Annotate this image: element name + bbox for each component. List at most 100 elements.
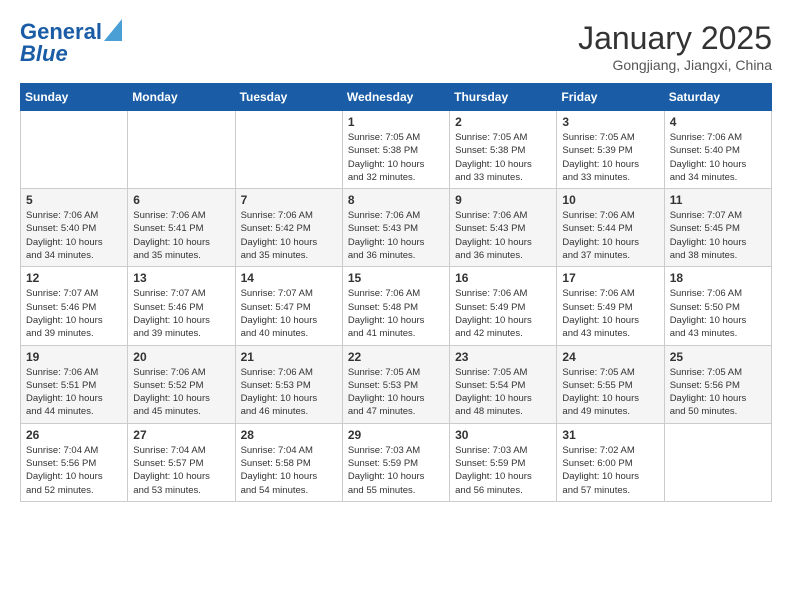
table-row: 13Sunrise: 7:07 AM Sunset: 5:46 PM Dayli…	[128, 267, 235, 345]
day-number: 10	[562, 193, 658, 207]
day-info: Sunrise: 7:02 AM Sunset: 6:00 PM Dayligh…	[562, 444, 658, 497]
table-row: 25Sunrise: 7:05 AM Sunset: 5:56 PM Dayli…	[664, 345, 771, 423]
day-number: 18	[670, 271, 766, 285]
table-row: 9Sunrise: 7:06 AM Sunset: 5:43 PM Daylig…	[450, 189, 557, 267]
day-info: Sunrise: 7:06 AM Sunset: 5:49 PM Dayligh…	[455, 287, 551, 340]
table-row: 19 Sunrise: 7:06 AM Sunset: 5:51 PM Dayli…	[21, 345, 128, 423]
day-number: 8	[348, 193, 444, 207]
day-info: Sunrise: 7:06 AM Sunset: 5:53 PM Dayligh…	[241, 366, 337, 419]
table-row: 30 Sunrise: 7:03 AM Sunset: 5:59 PM Dayli…	[450, 423, 557, 501]
day-number: 13	[133, 271, 229, 285]
calendar-header-row: Sunday Monday Tuesday Wednesday Thursday…	[21, 84, 772, 111]
header-wednesday: Wednesday	[342, 84, 449, 111]
day-number: 27	[133, 428, 229, 442]
header-saturday: Saturday	[664, 84, 771, 111]
day-info: Sunrise: 7:06 AM Sunset: 5:48 PM Dayligh…	[348, 287, 444, 340]
table-row: 27 Sunrise: 7:04 AM Sunset: 5:57 PM Dayli…	[128, 423, 235, 501]
day-info: Sunrise: 7:05 AM Sunset: 5:54 PM Dayligh…	[455, 366, 551, 419]
day-info: Sunrise: 7:05 AM Sunset: 5:38 PM Dayligh…	[455, 131, 551, 184]
table-row: 10 Sunrise: 7:06 AM Sunset: 5:44 PM Dayli…	[557, 189, 664, 267]
day-info: Sunrise: 7:06 AM Sunset: 5:52 PM Dayligh…	[133, 366, 229, 419]
table-row	[664, 423, 771, 501]
table-row: 28 Sunrise: 7:04 AM Sunset: 5:58 PM Dayli…	[235, 423, 342, 501]
day-number: 16	[455, 271, 551, 285]
day-info: Sunrise: 7:05 AM Sunset: 5:38 PM Dayligh…	[348, 131, 444, 184]
day-number: 3	[562, 115, 658, 129]
table-row: 29 Sunrise: 7:03 AM Sunset: 5:59 PM Dayli…	[342, 423, 449, 501]
day-info: Sunrise: 7:06 AM Sunset: 5:41 PM Dayligh…	[133, 209, 229, 262]
table-row: 8 Sunrise: 7:06 AM Sunset: 5:43 PM Daylig…	[342, 189, 449, 267]
day-info: Sunrise: 7:05 AM Sunset: 5:53 PM Dayligh…	[348, 366, 444, 419]
day-number: 5	[26, 193, 122, 207]
header-monday: Monday	[128, 84, 235, 111]
table-row: 23 Sunrise: 7:05 AM Sunset: 5:54 PM Dayli…	[450, 345, 557, 423]
table-row: 1 Sunrise: 7:05 AM Sunset: 5:38 PM Daylig…	[342, 111, 449, 189]
day-number: 23	[455, 350, 551, 364]
day-number: 19	[26, 350, 122, 364]
day-info: Sunrise: 7:06 AM Sunset: 5:51 PM Dayligh…	[26, 366, 122, 419]
day-number: 6	[133, 193, 229, 207]
day-number: 28	[241, 428, 337, 442]
day-number: 15	[348, 271, 444, 285]
day-number: 21	[241, 350, 337, 364]
table-row: 3 Sunrise: 7:05 AM Sunset: 5:39 PM Daylig…	[557, 111, 664, 189]
day-number: 30	[455, 428, 551, 442]
header-sunday: Sunday	[21, 84, 128, 111]
logo-text-line2: Blue	[20, 42, 68, 66]
day-number: 14	[241, 271, 337, 285]
table-row: 20 Sunrise: 7:06 AM Sunset: 5:52 PM Dayli…	[128, 345, 235, 423]
day-number: 12	[26, 271, 122, 285]
day-number: 22	[348, 350, 444, 364]
day-info: Sunrise: 7:06 AM Sunset: 5:40 PM Dayligh…	[26, 209, 122, 262]
calendar-week-5: 26Sunrise: 7:04 AM Sunset: 5:56 PM Dayli…	[21, 423, 772, 501]
table-row: 16 Sunrise: 7:06 AM Sunset: 5:49 PM Dayli…	[450, 267, 557, 345]
day-number: 20	[133, 350, 229, 364]
table-row	[128, 111, 235, 189]
day-info: Sunrise: 7:04 AM Sunset: 5:58 PM Dayligh…	[241, 444, 337, 497]
day-info: Sunrise: 7:06 AM Sunset: 5:40 PM Dayligh…	[670, 131, 766, 184]
day-number: 26	[26, 428, 122, 442]
table-row: 26Sunrise: 7:04 AM Sunset: 5:56 PM Dayli…	[21, 423, 128, 501]
day-info: Sunrise: 7:05 AM Sunset: 5:39 PM Dayligh…	[562, 131, 658, 184]
table-row: 2 Sunrise: 7:05 AM Sunset: 5:38 PM Daylig…	[450, 111, 557, 189]
table-row: 18 Sunrise: 7:06 AM Sunset: 5:50 PM Dayli…	[664, 267, 771, 345]
table-row	[235, 111, 342, 189]
day-number: 11	[670, 193, 766, 207]
table-row: 21 Sunrise: 7:06 AM Sunset: 5:53 PM Dayli…	[235, 345, 342, 423]
table-row: 31Sunrise: 7:02 AM Sunset: 6:00 PM Dayli…	[557, 423, 664, 501]
calendar-week-3: 12 Sunrise: 7:07 AM Sunset: 5:46 PM Dayli…	[21, 267, 772, 345]
day-info: Sunrise: 7:07 AM Sunset: 5:47 PM Dayligh…	[241, 287, 337, 340]
day-info: Sunrise: 7:06 AM Sunset: 5:49 PM Dayligh…	[562, 287, 658, 340]
day-info: Sunrise: 7:07 AM Sunset: 5:46 PM Dayligh…	[26, 287, 122, 340]
day-info: Sunrise: 7:06 AM Sunset: 5:50 PM Dayligh…	[670, 287, 766, 340]
month-title: January 2025	[578, 20, 772, 57]
day-info: Sunrise: 7:03 AM Sunset: 5:59 PM Dayligh…	[348, 444, 444, 497]
day-info: Sunrise: 7:07 AM Sunset: 5:45 PM Dayligh…	[670, 209, 766, 262]
day-number: 25	[670, 350, 766, 364]
table-row: 5 Sunrise: 7:06 AM Sunset: 5:40 PM Daylig…	[21, 189, 128, 267]
day-number: 29	[348, 428, 444, 442]
day-number: 24	[562, 350, 658, 364]
page-header: General Blue January 2025 Gongjiang, Jia…	[20, 20, 772, 73]
day-number: 17	[562, 271, 658, 285]
table-row: 11 Sunrise: 7:07 AM Sunset: 5:45 PM Dayli…	[664, 189, 771, 267]
table-row: 7 Sunrise: 7:06 AM Sunset: 5:42 PM Daylig…	[235, 189, 342, 267]
table-row: 15 Sunrise: 7:06 AM Sunset: 5:48 PM Dayli…	[342, 267, 449, 345]
title-section: January 2025 Gongjiang, Jiangxi, China	[578, 20, 772, 73]
header-tuesday: Tuesday	[235, 84, 342, 111]
table-row: 24Sunrise: 7:05 AM Sunset: 5:55 PM Dayli…	[557, 345, 664, 423]
day-info: Sunrise: 7:06 AM Sunset: 5:42 PM Dayligh…	[241, 209, 337, 262]
day-info: Sunrise: 7:04 AM Sunset: 5:57 PM Dayligh…	[133, 444, 229, 497]
day-info: Sunrise: 7:03 AM Sunset: 5:59 PM Dayligh…	[455, 444, 551, 497]
calendar-week-4: 19 Sunrise: 7:06 AM Sunset: 5:51 PM Dayli…	[21, 345, 772, 423]
table-row: 22 Sunrise: 7:05 AM Sunset: 5:53 PM Dayli…	[342, 345, 449, 423]
day-number: 1	[348, 115, 444, 129]
day-number: 7	[241, 193, 337, 207]
logo: General Blue	[20, 20, 122, 66]
logo-icon	[104, 19, 122, 41]
day-info: Sunrise: 7:06 AM Sunset: 5:44 PM Dayligh…	[562, 209, 658, 262]
calendar-week-1: 1 Sunrise: 7:05 AM Sunset: 5:38 PM Daylig…	[21, 111, 772, 189]
day-number: 2	[455, 115, 551, 129]
location-subtitle: Gongjiang, Jiangxi, China	[578, 57, 772, 73]
day-info: Sunrise: 7:06 AM Sunset: 5:43 PM Dayligh…	[348, 209, 444, 262]
